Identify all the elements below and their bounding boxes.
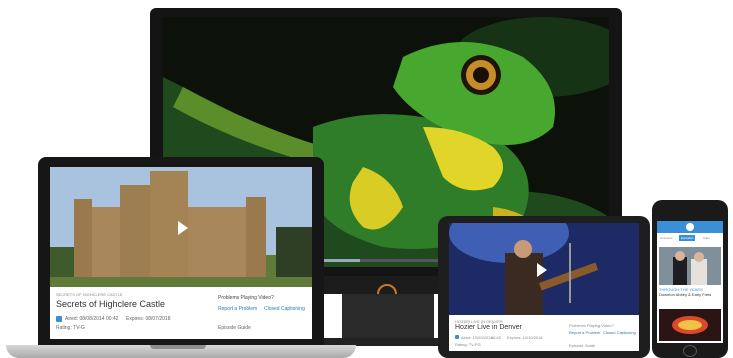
laptop-notch [150,345,206,349]
laptop-video-player[interactable] [50,167,312,287]
laptop-video-info: SECRETS OF HIGHCLERE CASTLE Secrets of H… [50,287,312,339]
phone-app-header [657,221,723,233]
couple-image [659,247,721,285]
add-to-watchlist-icon[interactable] [455,335,459,339]
rating: Rating: TV-G [56,325,85,331]
episode-guide-heading: Episode Guide [218,325,251,331]
video-title: Secrets of Highclere Castle [56,299,166,309]
play-icon[interactable] [537,263,547,277]
app-logo-icon [686,223,694,231]
expires-date: Expires: 10/10/2018 [507,335,543,340]
tablet-screen: HOZIER LIVE IN DENVER Hozier Live in Den… [449,223,639,351]
monitor-progress-fill [320,259,360,262]
episode-guide-heading: Episode Guide [569,343,596,348]
play-icon[interactable] [178,221,188,235]
closed-captioning-link[interactable]: Closed Captioning [603,330,636,335]
tab-overview[interactable]: Overview [660,236,673,240]
phone-tabs: Overview Episodes Clips [657,235,723,243]
phone-home-button[interactable] [683,345,697,357]
duration: 00:42 [106,316,119,322]
featured-title: Downton Abbey & Early Frets [659,292,712,297]
tab-clips[interactable]: Clips [703,236,710,240]
closed-captioning-link[interactable]: Closed Captioning [264,306,305,312]
expires-date: Expires: 08/07/2018 [126,316,171,322]
add-to-watchlist-icon[interactable] [56,316,62,322]
problems-heading: Problems Playing Video? [569,323,614,328]
monitor-stand [342,294,434,338]
neon-sign-image [659,309,721,341]
tablet-video-player[interactable] [449,223,639,315]
report-problem-link[interactable]: Report a Problem [218,306,257,312]
problems-heading: Problems Playing Video? [218,295,274,301]
aired-date: Aired: 10/09/2014 [461,335,493,340]
laptop-screen: SECRETS OF HIGHCLERE CASTLE Secrets of H… [50,167,312,339]
phone-screen: Overview Episodes Clips THROUGH THE YEAR… [657,221,723,343]
featured-thumbnail[interactable] [659,247,721,285]
rating: Rating: TV-PG [455,342,481,347]
video-title: Hozier Live in Denver [455,324,522,331]
video-eyebrow: SECRETS OF HIGHCLERE CASTLE [56,292,123,297]
duration: 56:42 [491,335,502,340]
tab-episodes[interactable]: Episodes [679,235,696,241]
aired-date: Aired: 08/08/2014 [65,316,105,322]
report-problem-link[interactable]: Report a Problem [569,330,600,335]
secondary-thumbnail[interactable] [659,309,721,341]
